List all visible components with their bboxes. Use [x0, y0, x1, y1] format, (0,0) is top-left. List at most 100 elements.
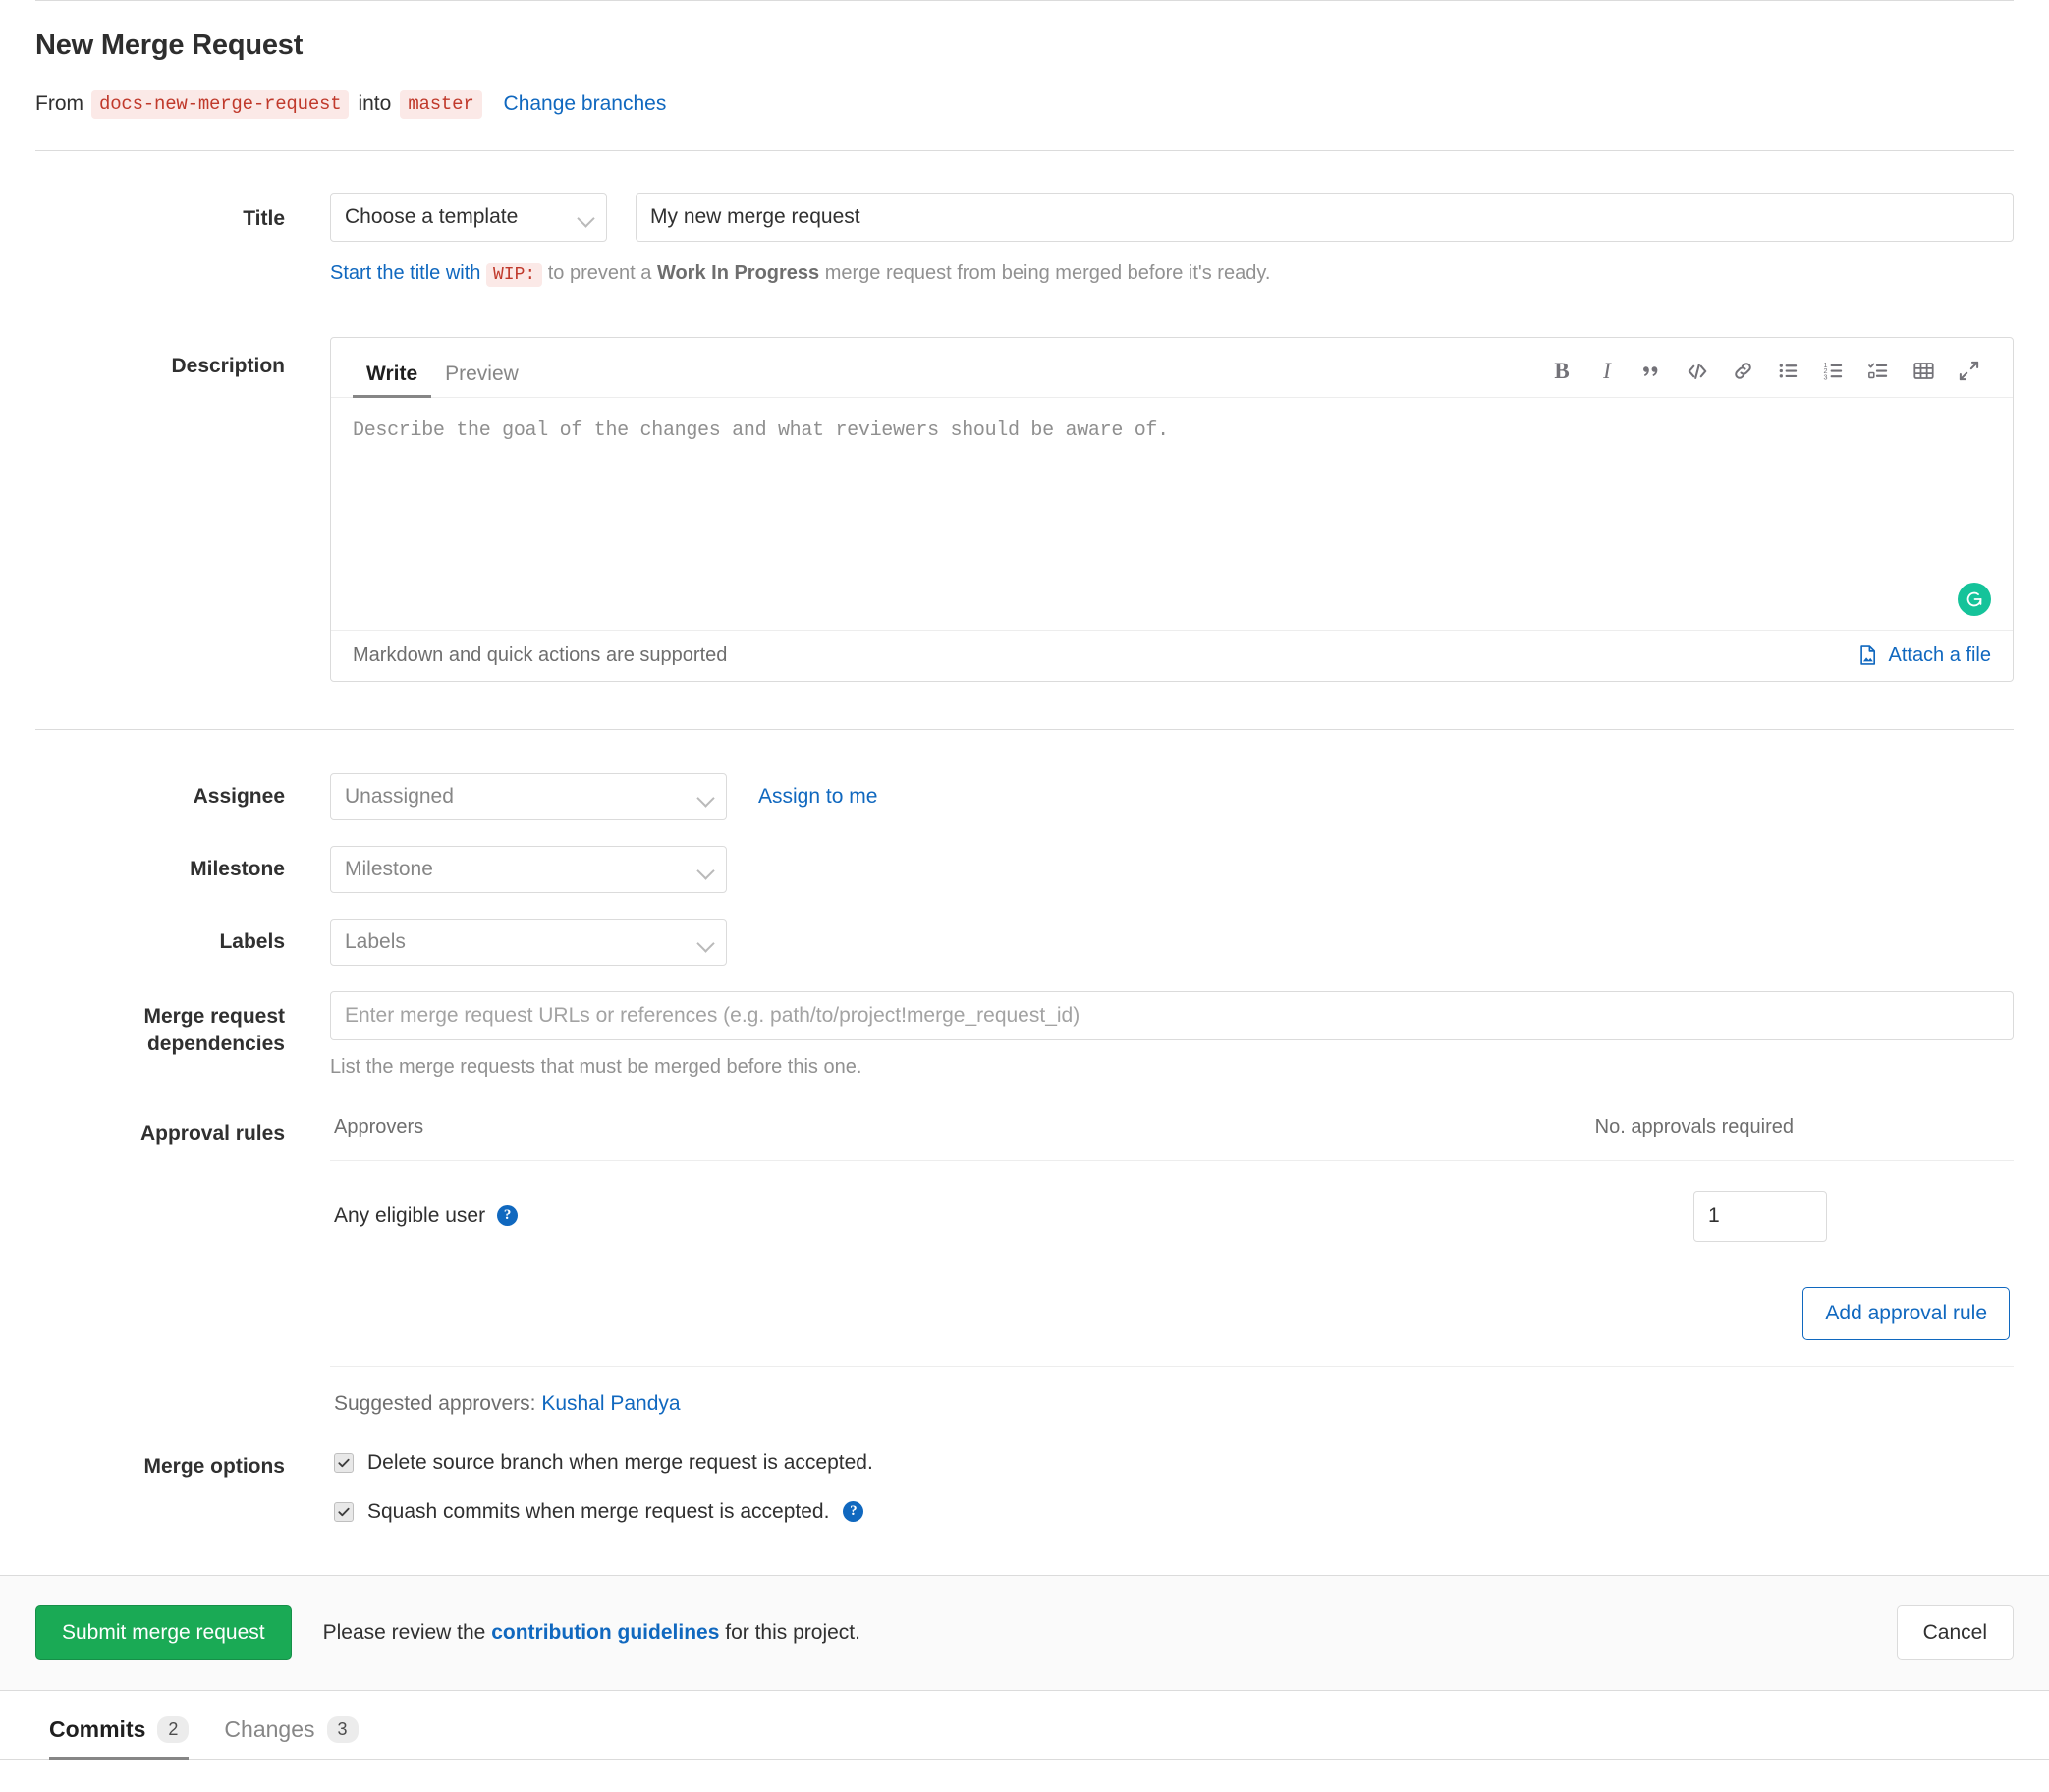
template-select[interactable]: Choose a template [330, 192, 607, 242]
merge-option-delete-branch-label: Delete source branch when merge request … [367, 1450, 873, 1474]
labels-label: Labels [219, 929, 285, 953]
assignee-field: Unassigned Assign to me [330, 772, 2014, 820]
col-approvers: Approvers [334, 1115, 424, 1138]
attach-file-icon [1857, 644, 1879, 666]
attach-file-label: Attach a file [1888, 644, 1991, 666]
tab-changes[interactable]: Changes 3 [210, 1715, 379, 1760]
bottom-tabs: Commits 2 Changes 3 [0, 1691, 2049, 1761]
footer-left: Submit merge request Please review the c… [35, 1604, 860, 1660]
tab-commits-label: Commits [49, 1716, 146, 1743]
table-row: Any eligible user ? [330, 1161, 2014, 1267]
milestone-value: Milestone [345, 857, 433, 880]
markdown-toolbar: B I 1 2 3 [1539, 354, 1991, 397]
change-branches-link[interactable]: Change branches [504, 92, 667, 116]
question-icon[interactable]: ? [843, 1501, 864, 1523]
branch-line: From docs-new-merge-request into master … [35, 89, 2014, 119]
quote-icon[interactable] [1630, 354, 1675, 389]
table-icon[interactable] [1901, 354, 1946, 389]
assignee-select[interactable]: Unassigned [330, 772, 727, 820]
suggested-approvers: Suggested approvers: Kushal Pandya [330, 1367, 2014, 1416]
chevron-down-icon [696, 934, 715, 953]
link-icon[interactable] [1720, 354, 1765, 389]
from-label: From [35, 92, 83, 116]
bold-icon[interactable]: B [1539, 354, 1584, 389]
wip-code: WIP: [485, 262, 543, 287]
assignee-row: Assignee Unassigned Assign to me [35, 772, 2014, 820]
suggested-approver-link[interactable]: Kushal Pandya [541, 1392, 680, 1415]
tab-commits[interactable]: Commits 2 [35, 1715, 210, 1761]
checkbox-delete-source-branch[interactable] [334, 1452, 354, 1473]
bullet-list-icon[interactable] [1765, 354, 1810, 389]
wip-hint-tail: merge request from being merged before i… [824, 261, 1271, 284]
quick-actions-link[interactable]: quick actions [487, 644, 601, 666]
merge-option-squash[interactable]: Squash commits when merge request is acc… [330, 1500, 2014, 1524]
title-field: Choose a template Start the title with W… [330, 192, 2014, 288]
template-select-value: Choose a template [345, 204, 519, 228]
wip-hint-mid: to prevent a [547, 261, 652, 284]
approver-cell: Any eligible user ? [334, 1204, 519, 1228]
col-approvals-required: No. approvals required [1594, 1115, 1794, 1138]
milestone-label: Milestone [190, 857, 285, 880]
labels-field: Labels [330, 918, 2014, 966]
header-divider [35, 149, 2014, 151]
approval-actions: Add approval rule [330, 1267, 2014, 1366]
task-list-icon[interactable] [1855, 354, 1901, 389]
editor-footer: Markdown and quick actions are supported [331, 629, 2013, 681]
assign-to-me-link[interactable]: Assign to me [758, 785, 877, 809]
svg-text:3: 3 [1823, 374, 1827, 382]
approval-table-header: Approvers No. approvals required [330, 1116, 2014, 1160]
approvals-required-input[interactable] [1693, 1190, 1827, 1242]
merge-option-squash-label: Squash commits when merge request is acc… [367, 1499, 830, 1523]
markdown-link[interactable]: Markdown [353, 644, 443, 666]
grammarly-icon[interactable] [1958, 582, 1991, 616]
italic-icon[interactable]: I [1584, 354, 1630, 389]
dependencies-label-line2: dependencies [146, 1033, 285, 1056]
chevron-down-icon [577, 209, 595, 228]
dependencies-input[interactable] [330, 990, 2014, 1040]
contribution-guidelines-link[interactable]: contribution guidelines [491, 1621, 719, 1644]
tab-preview[interactable]: Preview [431, 363, 532, 397]
merge-options-field: Delete source branch when merge request … [330, 1451, 2014, 1549]
contribution-note-pre: Please review the [322, 1620, 486, 1644]
approval-rules-label: Approval rules [139, 1121, 285, 1145]
description-label: Description [171, 354, 285, 377]
tab-changes-badge: 3 [326, 1715, 359, 1744]
fullscreen-icon[interactable] [1946, 354, 1991, 389]
title-label: Title [243, 206, 285, 230]
merge-option-delete-branch[interactable]: Delete source branch when merge request … [330, 1451, 2014, 1475]
description-textarea-wrap[interactable]: Describe the goal of the changes and wha… [331, 397, 2013, 630]
dependencies-label: Merge request dependencies [35, 991, 330, 1059]
into-label: into [358, 92, 392, 116]
wip-hint-link[interactable]: Start the title with [330, 262, 480, 284]
labels-select[interactable]: Labels [330, 918, 727, 966]
description-row: Description Write Preview B I 1 2 3 Desc… [35, 336, 2014, 682]
merge-request-form: Title Choose a template Start the title … [0, 192, 2049, 682]
title-input[interactable] [636, 192, 2014, 242]
meta-section: Assignee Unassigned Assign to me Milesto… [0, 730, 2049, 1549]
add-approval-rule-button[interactable]: Add approval rule [1802, 1286, 2010, 1340]
labels-row: Labels Labels [35, 918, 2014, 966]
markdown-support-text: Markdown and quick actions are supported [353, 644, 727, 667]
submit-merge-request-button[interactable]: Submit merge request [35, 1604, 292, 1660]
approval-rules-row: Approval rules Approvers No. approvals r… [35, 1116, 2014, 1416]
checkbox-squash-commits[interactable] [334, 1501, 354, 1522]
target-branch: master [400, 89, 482, 119]
page-title: New Merge Request [35, 29, 304, 61]
question-icon[interactable]: ? [497, 1205, 519, 1227]
form-footer: Submit merge request Please review the c… [0, 1574, 2049, 1691]
description-field: Write Preview B I 1 2 3 Describe the goa… [330, 336, 2014, 682]
cancel-button[interactable]: Cancel [1896, 1604, 2014, 1660]
new-merge-request-page: New Merge Request From docs-new-merge-re… [0, 0, 2049, 1792]
tab-changes-label: Changes [224, 1716, 315, 1743]
code-icon[interactable] [1675, 354, 1720, 389]
editor-header: Write Preview B I 1 2 3 [331, 338, 2013, 398]
approver-name: Any eligible user [334, 1204, 486, 1227]
attach-file-button[interactable]: Attach a file [1857, 644, 1991, 667]
numbered-list-icon[interactable]: 123 [1810, 354, 1855, 389]
footer-and: and [448, 644, 482, 666]
contribution-note: Please review the contribution guideline… [323, 1621, 860, 1645]
editor-tabs: Write Preview [353, 363, 532, 398]
milestone-select[interactable]: Milestone [330, 845, 727, 893]
tab-write[interactable]: Write [353, 363, 432, 398]
milestone-field: Milestone [330, 845, 2014, 893]
